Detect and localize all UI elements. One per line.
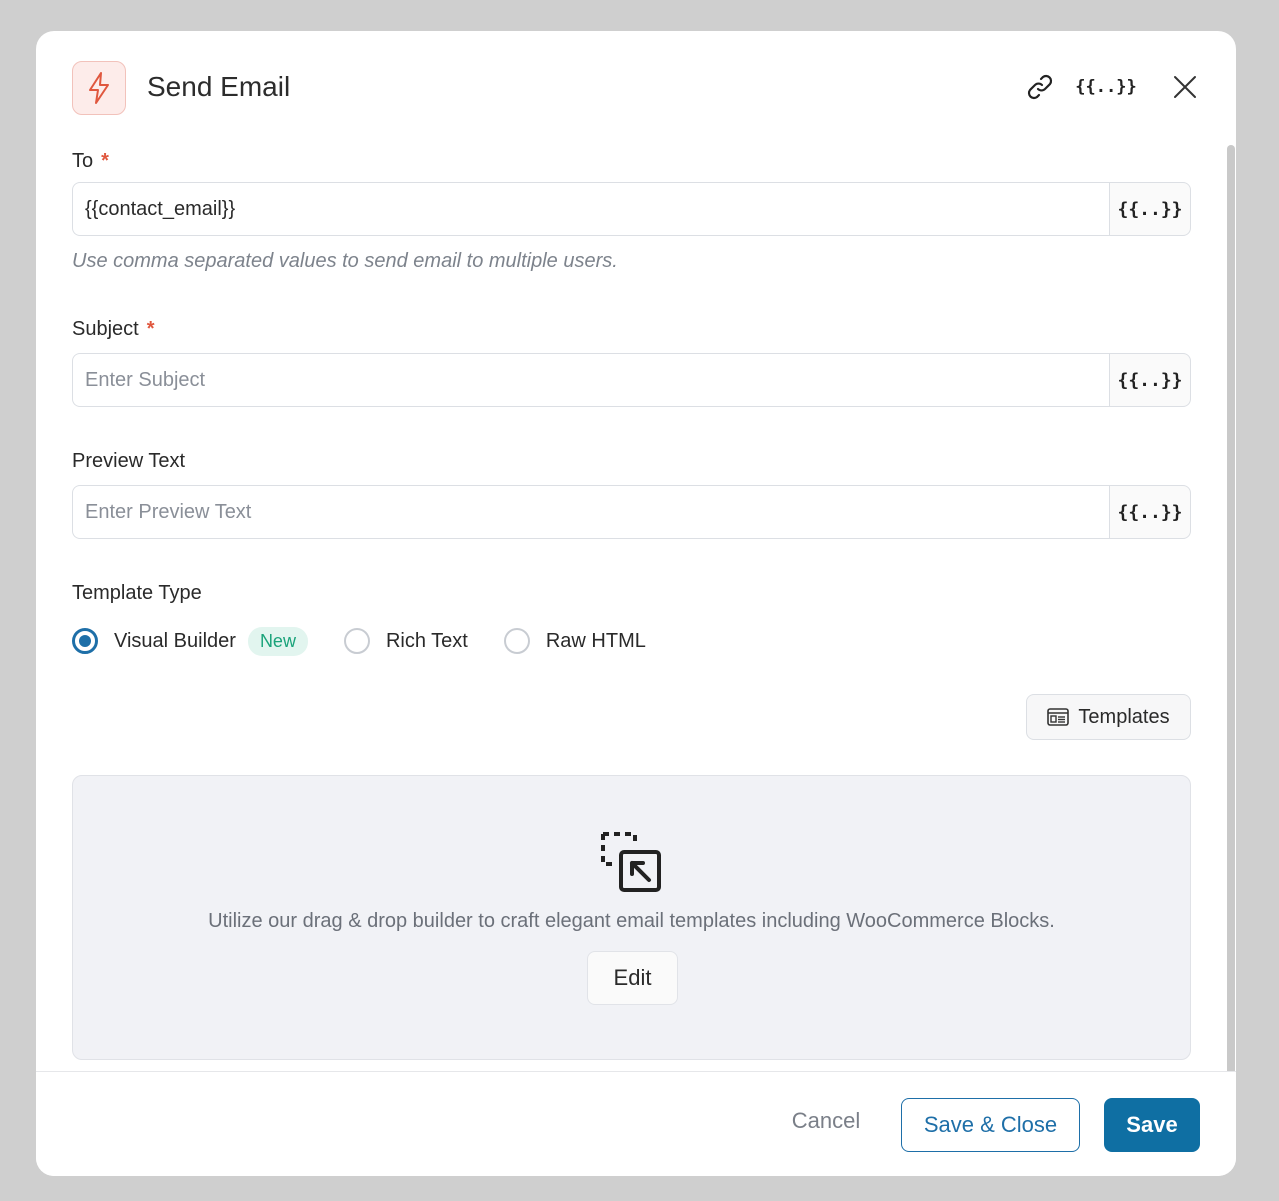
preview-text-merge-tag-button[interactable]: {{..}} — [1109, 485, 1191, 539]
close-icon — [1174, 76, 1196, 98]
lightning-icon — [89, 72, 109, 104]
visual-builder-panel: Utilize our drag & drop builder to craft… — [72, 775, 1191, 1060]
subject-merge-tag-button[interactable]: {{..}} — [1109, 353, 1191, 407]
preview-text-input[interactable] — [72, 485, 1109, 539]
subject-label: Subject * — [72, 318, 155, 340]
templates-button[interactable]: Templates — [1026, 694, 1191, 740]
send-email-modal: Send Email {{..}} To* {{..}} Use comma s… — [36, 31, 1236, 1176]
template-type-radio-group: Visual Builder New Rich Text Raw HTML — [72, 626, 682, 656]
save-button[interactable]: Save — [1104, 1098, 1200, 1152]
radio-indicator[interactable] — [343, 628, 370, 654]
preview-text-field-group: {{..}} — [72, 485, 1191, 539]
preview-text-label: Preview Text — [72, 450, 186, 472]
to-label: To * — [72, 150, 109, 172]
templates-button-label: Templates — [1078, 705, 1170, 728]
scrollbar-thumb[interactable] — [1227, 145, 1235, 1102]
modal-footer: Cancel Save & Close Save — [36, 1071, 1236, 1176]
merge-tags-button[interactable]: {{..}} — [1075, 69, 1136, 105]
drag-drop-icon — [601, 832, 661, 892]
subject-field-group: {{..}} — [72, 353, 1191, 407]
template-layout-icon — [1047, 708, 1070, 726]
radio-visual-builder[interactable]: Visual Builder New — [72, 626, 308, 656]
to-merge-tag-button[interactable]: {{..}} — [1109, 182, 1191, 236]
to-input[interactable] — [72, 182, 1109, 236]
radio-label: Rich Text — [385, 629, 468, 652]
close-button[interactable] — [1167, 69, 1203, 105]
to-field-group: {{..}} — [72, 182, 1191, 236]
merge-tags-icon: {{..}} — [1075, 77, 1137, 97]
link-icon — [1027, 74, 1053, 100]
radio-rich-text[interactable]: Rich Text — [343, 628, 468, 654]
template-type-label: Template Type — [72, 582, 202, 604]
link-button[interactable] — [1022, 69, 1058, 105]
radio-label: Raw HTML — [545, 629, 646, 652]
radio-indicator[interactable] — [503, 628, 530, 654]
radio-raw-html[interactable]: Raw HTML — [503, 628, 646, 654]
action-type-badge — [72, 61, 126, 115]
radio-indicator-selected[interactable] — [72, 628, 98, 654]
cancel-button[interactable]: Cancel — [776, 1108, 876, 1134]
to-help-text: Use comma separated values to send email… — [72, 250, 618, 272]
builder-description: Utilize our drag & drop builder to craft… — [208, 910, 1055, 932]
radio-label: Visual Builder — [114, 629, 236, 652]
save-and-close-button[interactable]: Save & Close — [901, 1098, 1080, 1152]
edit-button[interactable]: Edit — [587, 951, 678, 1005]
required-mark: * — [101, 150, 109, 172]
new-badge: New — [247, 626, 308, 656]
modal-title: Send Email — [147, 71, 291, 102]
subject-input[interactable] — [72, 353, 1109, 407]
required-mark: * — [146, 318, 155, 340]
